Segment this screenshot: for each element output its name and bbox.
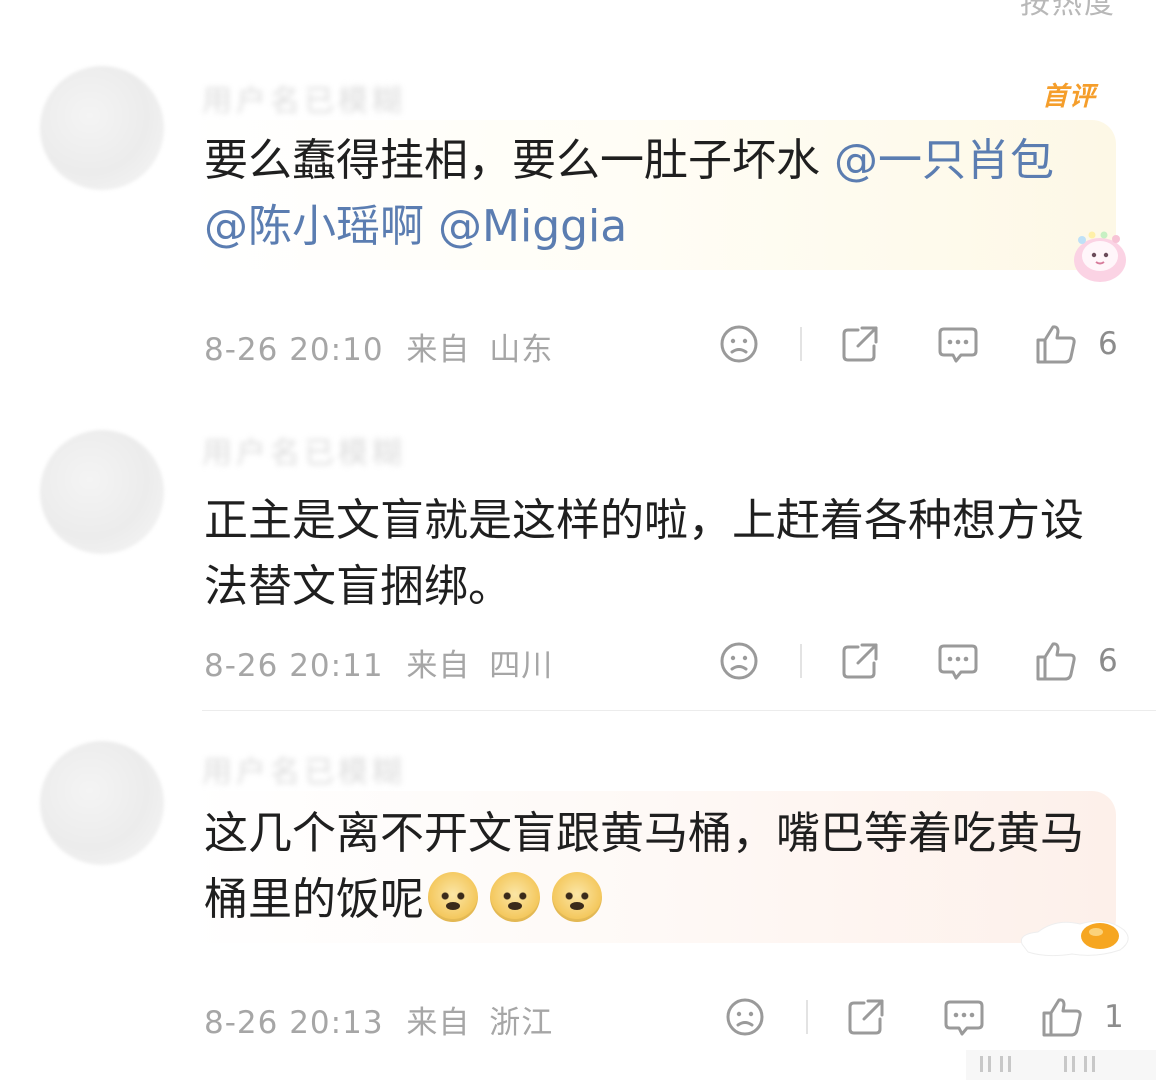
comment-item: 用户名已模糊 首评 要么蠢得挂相，要么一肚子坏水 @一只肖包 @陈小瑶啊 @Mi…: [0, 0, 1156, 400]
username[interactable]: 用户名已模糊: [202, 428, 406, 472]
comment-text-plain: 要么蠢得挂相，要么一肚子坏水: [204, 135, 834, 186]
share-icon: [842, 643, 878, 679]
dislike-button[interactable]: [718, 636, 760, 686]
username[interactable]: 用户名已模糊: [202, 76, 406, 120]
dislike-button[interactable]: [718, 319, 760, 369]
dislike-button[interactable]: [724, 992, 766, 1042]
like-button[interactable]: 6: [1034, 636, 1118, 686]
comment-bubble-icon: [938, 644, 978, 680]
comment-text: 这几个离不开文盲跟黄马桶，嘴巴等着吃黄马桶里的饭呢: [204, 801, 1104, 933]
like-count: 6: [1098, 326, 1118, 362]
comment-text: 要么蠢得挂相，要么一肚子坏水 @一只肖包 @陈小瑶啊 @Miggia: [204, 128, 1104, 260]
share-button[interactable]: [844, 992, 888, 1042]
comment-bubble-icon: [938, 327, 978, 363]
action-separator: [800, 644, 802, 678]
comment-bubble-icon: [944, 1000, 984, 1036]
share-button[interactable]: [838, 319, 882, 369]
mention-link[interactable]: @陈小瑶啊: [204, 201, 424, 252]
mention-link[interactable]: @一只肖包: [834, 135, 1054, 186]
first-comment-badge: 首评: [1042, 82, 1097, 112]
like-count: 6: [1098, 643, 1118, 679]
action-separator: [800, 327, 802, 361]
share-button[interactable]: [838, 636, 882, 686]
comment-item: 用户名已模糊 这几个离不开文盲跟黄马桶，嘴巴等着吃黄马桶里的饭呢 8-26 20…: [0, 711, 1156, 1080]
like-button[interactable]: 6: [1034, 319, 1118, 369]
sad-face-icon: [720, 642, 758, 680]
reply-button[interactable]: [936, 319, 980, 369]
sad-face-icon: [720, 325, 758, 363]
comment-actions: 6: [0, 319, 1156, 369]
share-icon: [842, 326, 878, 362]
thumbs-up-icon: [1042, 998, 1082, 1037]
avatar[interactable]: [40, 66, 164, 190]
like-button[interactable]: 1: [1040, 992, 1124, 1042]
thumbs-up-icon: [1036, 642, 1076, 681]
avatar[interactable]: [40, 430, 164, 554]
reply-button[interactable]: [942, 992, 986, 1042]
like-count: 1: [1104, 999, 1124, 1035]
comment-text: 正主是文盲就是这样的啦，上赶着各种想方设法替文盲捆绑。: [204, 495, 1084, 612]
username[interactable]: 用户名已模糊: [202, 747, 406, 791]
thumbs-up-icon: [1036, 325, 1076, 364]
comment-actions: 6: [0, 636, 1156, 686]
action-separator: [806, 1000, 808, 1034]
comment-item: 用户名已模糊 正主是文盲就是这样的啦，上赶着各种想方设法替文盲捆绑。 8-26 …: [0, 400, 1156, 710]
doge-emoji-icon: [428, 872, 478, 922]
doge-emoji-icon: [552, 872, 602, 922]
share-icon: [848, 999, 884, 1035]
comment-actions: 1: [0, 992, 1156, 1042]
mention-link[interactable]: @Miggia: [438, 201, 627, 252]
sad-face-icon: [726, 998, 764, 1036]
fried-egg-icon: [1016, 912, 1134, 960]
doge-emoji-icon: [490, 872, 540, 922]
watermark: [966, 1036, 1156, 1080]
bubble-sticker-icon: [1068, 226, 1132, 288]
comment-text-plain: 这几个离不开文盲跟黄马桶，嘴巴等着吃黄马桶里的饭呢: [204, 808, 1084, 925]
avatar[interactable]: [40, 741, 164, 865]
reply-button[interactable]: [936, 636, 980, 686]
